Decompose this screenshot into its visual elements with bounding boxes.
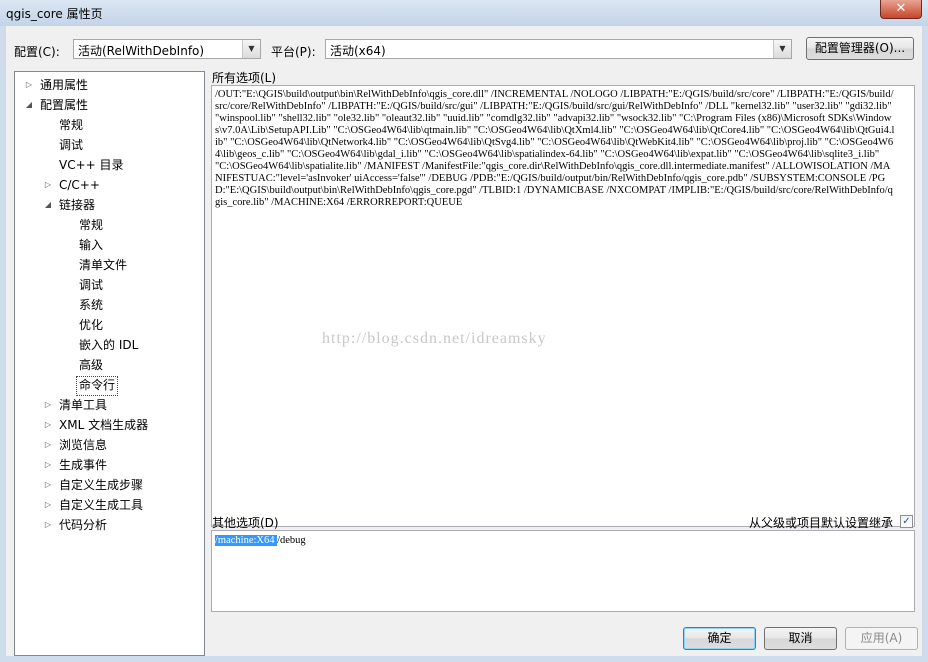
config-label: 配置(C): — [14, 45, 60, 59]
all-options-label: 所有选项(L) — [212, 71, 277, 85]
config-manager-button[interactable]: 配置管理器(O)... — [806, 37, 914, 60]
expand-icon[interactable]: ▷ — [43, 476, 53, 494]
selected-text: /machine:X64 — [215, 535, 278, 546]
tree-item[interactable]: 生成事件 — [59, 456, 107, 474]
close-button[interactable]: ✕ — [880, 0, 922, 19]
tree-item[interactable]: VC++ 目录 — [59, 156, 124, 174]
tree-item[interactable]: 常规 — [79, 216, 103, 234]
inherit-checkbox[interactable]: ✓ — [900, 515, 913, 528]
tree-item[interactable]: 调试 — [59, 136, 83, 154]
cancel-button[interactable]: 取消 — [764, 627, 837, 650]
expand-icon[interactable]: ▷ — [43, 416, 53, 434]
tree-item[interactable]: 命令行 — [76, 376, 119, 396]
tree-item[interactable]: 系统 — [79, 296, 103, 314]
tree-item[interactable]: 配置属性 — [40, 96, 88, 114]
platform-select-value: 活动(x64) — [330, 44, 386, 58]
tree-item[interactable]: 链接器 — [59, 196, 95, 214]
tree-item[interactable]: 高级 — [79, 356, 103, 374]
all-options-text: /OUT:"E:\QGIS\build\output\bin\RelWithDe… — [215, 89, 895, 208]
watermark: http://blog.csdn.net/idreamsky — [322, 330, 547, 347]
dialog-client-area: 配置(C): 活动(RelWithDebInfo) ▼ 平台(P): 活动(x6… — [6, 26, 922, 656]
expand-icon[interactable]: ▷ — [43, 396, 53, 414]
tree-item[interactable]: 输入 — [79, 236, 103, 254]
tree-item[interactable]: 自定义生成步骤 — [59, 476, 143, 494]
close-icon: ✕ — [895, 1, 907, 16]
rest-text: /debug — [277, 535, 306, 546]
chevron-down-icon: ▼ — [773, 40, 791, 58]
expand-icon[interactable]: ▷ — [43, 516, 53, 534]
tree-item[interactable]: 通用属性 — [40, 76, 88, 94]
ok-button[interactable]: 确定 — [683, 627, 756, 650]
other-options-text: /machine:X64 /debug — [215, 535, 895, 547]
platform-label: 平台(P): — [271, 45, 316, 59]
tree-item[interactable]: XML 文档生成器 — [59, 416, 148, 434]
inherit-label: 从父级或项目默认设置继承 — [749, 516, 894, 530]
tree-item[interactable]: 自定义生成工具 — [59, 496, 143, 514]
other-options-textbox[interactable]: /machine:X64 /debug — [211, 530, 915, 612]
config-select-value: 活动(RelWithDebInfo) — [78, 44, 205, 58]
expand-icon[interactable]: ▷ — [43, 436, 53, 454]
config-select[interactable]: 活动(RelWithDebInfo) ▼ — [73, 39, 261, 59]
chevron-down-icon: ▼ — [242, 40, 260, 58]
title-bar: qgis_core 属性页 ✕ — [0, 0, 928, 26]
check-icon: ✓ — [902, 516, 911, 527]
expand-icon[interactable]: ▷ — [43, 176, 53, 194]
window-title: qgis_core 属性页 — [6, 7, 103, 21]
tree-item[interactable]: 优化 — [79, 316, 103, 334]
expand-icon[interactable]: ▷ — [43, 496, 53, 514]
expanded-icon[interactable]: ◢ — [43, 196, 53, 214]
tree-item[interactable]: 代码分析 — [59, 516, 107, 534]
tree-item[interactable]: 调试 — [79, 276, 103, 294]
other-options-label: 其他选项(D) — [212, 516, 279, 530]
expand-icon[interactable]: ▷ — [24, 76, 34, 94]
tree-item[interactable]: 常规 — [59, 116, 83, 134]
tree-item[interactable]: 浏览信息 — [59, 436, 107, 454]
tree-item[interactable]: 清单工具 — [59, 396, 107, 414]
tree-item[interactable]: 清单文件 — [79, 256, 127, 274]
all-options-textbox[interactable]: /OUT:"E:\QGIS\build\output\bin\RelWithDe… — [211, 85, 915, 527]
tree-item[interactable]: C/C++ — [59, 176, 100, 194]
expanded-icon[interactable]: ◢ — [24, 96, 34, 114]
property-tree[interactable]: ▷ 通用属性 ◢ 配置属性 常规 调试 VC++ 目录 ▷ C/C++ ◢ 链接器 常规 输入 清单文件调… — [14, 71, 205, 656]
tree-item[interactable]: 嵌入的 IDL — [79, 336, 138, 354]
expand-icon[interactable]: ▷ — [43, 456, 53, 474]
apply-button[interactable]: 应用(A) — [845, 627, 918, 650]
platform-select[interactable]: 活动(x64) ▼ — [325, 39, 792, 59]
